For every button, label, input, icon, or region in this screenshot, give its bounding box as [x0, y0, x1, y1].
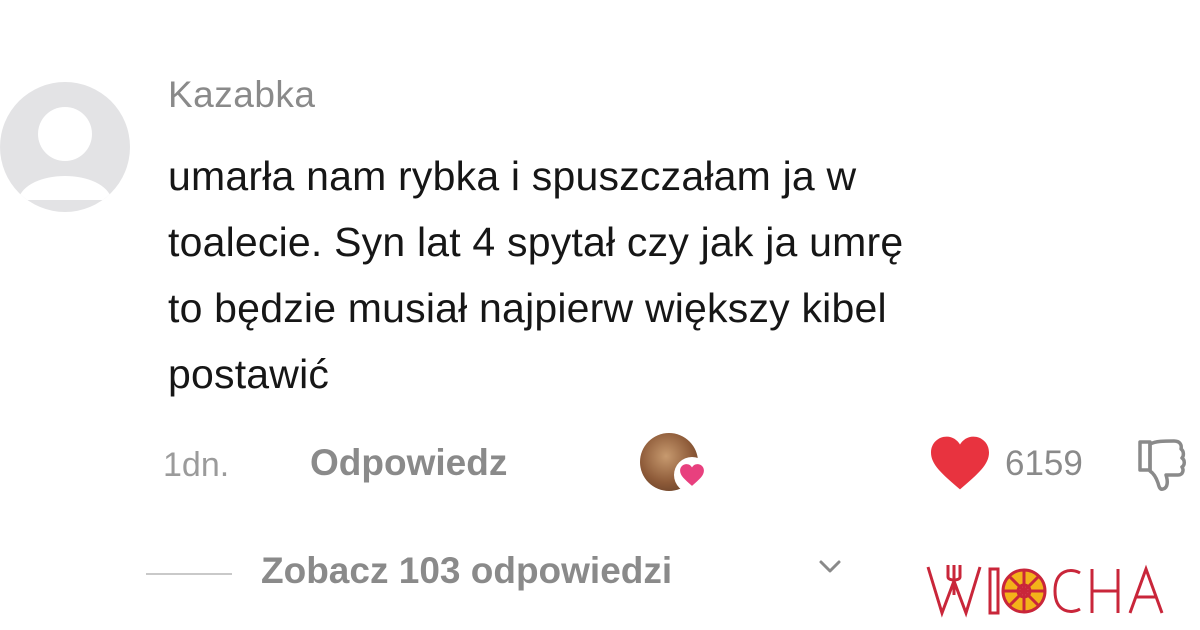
creator-liked-badge — [640, 433, 710, 495]
thumbs-down-icon — [1138, 439, 1186, 491]
view-replies-label: Zobacz 103 odpowiedzi — [261, 550, 673, 591]
chevron-down-icon — [819, 560, 841, 573]
comment-text-line: to będzie musiał najpierw większy kibel — [168, 285, 887, 331]
creator-liked-heart-icon — [674, 457, 710, 493]
dislike-button[interactable] — [1136, 436, 1196, 499]
comment-username[interactable]: Kazabka — [168, 74, 316, 116]
comment-text: umarła nam rybka i spuszczałam ja w toal… — [168, 143, 1178, 407]
comment-text-line: umarła nam rybka i spuszczałam ja w — [168, 153, 857, 199]
comment-text-line: postawić — [168, 351, 330, 397]
view-replies-button[interactable]: Zobacz 103 odpowiedzi — [146, 545, 866, 601]
reply-button[interactable]: Odpowiedz — [310, 442, 507, 484]
wiocha-watermark-logo — [922, 555, 1192, 625]
replies-divider — [146, 573, 232, 575]
default-user-avatar-icon — [18, 107, 112, 200]
user-avatar[interactable] — [0, 82, 130, 212]
comment-actions: 1dn. Odpowiedz 6159 — [0, 430, 1200, 500]
comment-text-line: toalecie. Syn lat 4 spytał czy jak ja um… — [168, 219, 904, 265]
comment-timestamp: 1dn. — [163, 446, 230, 484]
heart-icon — [931, 436, 989, 490]
like-button[interactable] — [928, 434, 992, 497]
like-count: 6159 — [1005, 444, 1083, 483]
comment: Kazabka umarła nam rybka i spuszczałam j… — [0, 0, 1200, 630]
